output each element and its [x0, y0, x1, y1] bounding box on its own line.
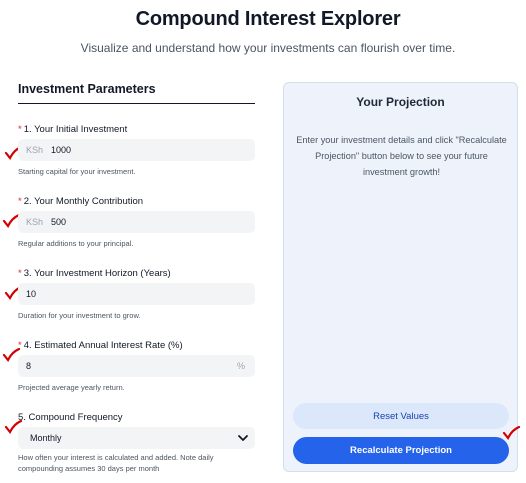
- page-subtitle: Visualize and understand how your invest…: [80, 41, 456, 55]
- investment-horizon-help: Duration for your investment to grow.: [18, 311, 141, 320]
- interest-rate-label: * 4. Estimated Annual Interest Rate (%): [18, 340, 183, 351]
- investment-horizon-input[interactable]: 10: [18, 283, 255, 305]
- monthly-contribution-help: Regular additions to your principal.: [18, 239, 134, 248]
- page-title: Compound Interest Explorer: [135, 8, 401, 30]
- checkmark-annotation-icon: [502, 426, 520, 440]
- interest-rate-input[interactable]: 8 %: [18, 355, 255, 377]
- interest-rate-value: 8: [26, 361, 32, 371]
- projection-panel: Your Projection Enter your investment de…: [283, 82, 518, 472]
- interest-rate-help: Projected average yearly return.: [18, 383, 125, 392]
- compound-frequency-select[interactable]: Monthly: [18, 427, 255, 449]
- investment-horizon-label: * 3. Your Investment Horizon (Years): [18, 268, 171, 279]
- projection-message: Enter your investment details and click …: [296, 135, 507, 177]
- monthly-contribution-label: * 2. Your Monthly Contribution: [18, 196, 144, 207]
- percent-suffix: %: [236, 361, 245, 371]
- chevron-down-icon: [238, 435, 248, 441]
- initial-investment-label: * 1. Your Initial Investment: [18, 124, 128, 135]
- currency-prefix: KSh: [26, 217, 44, 227]
- currency-prefix: KSh: [26, 145, 44, 155]
- monthly-contribution-input[interactable]: KSh 500: [18, 211, 255, 233]
- compound-frequency-value: Monthly: [30, 433, 62, 443]
- compound-frequency-help: How often your interest is calculated an…: [18, 453, 214, 473]
- monthly-contribution-value: 500: [51, 217, 67, 227]
- initial-investment-input[interactable]: KSh 1000: [18, 139, 255, 161]
- investment-horizon-value: 10: [26, 289, 37, 299]
- compound-frequency-label: 5. Compound Frequency: [18, 412, 123, 423]
- initial-investment-value: 1000: [51, 145, 72, 155]
- recalculate-projection-button[interactable]: Recalculate Projection: [293, 437, 509, 464]
- projection-title: Your Projection: [356, 95, 445, 109]
- params-heading: Investment Parameters: [18, 82, 156, 96]
- initial-investment-help: Starting capital for your investment.: [18, 167, 136, 176]
- params-divider: [18, 103, 255, 104]
- reset-values-button[interactable]: Reset Values: [293, 403, 509, 429]
